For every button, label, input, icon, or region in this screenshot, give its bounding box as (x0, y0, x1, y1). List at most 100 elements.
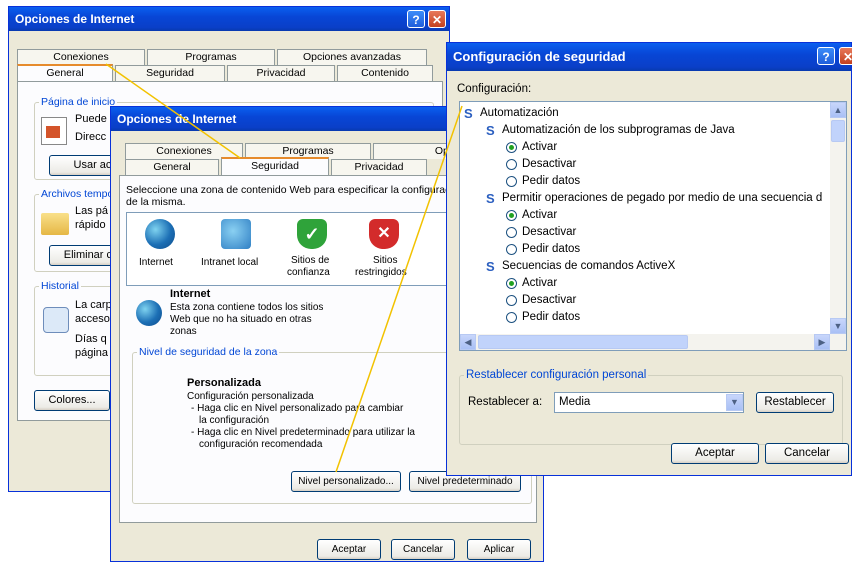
scroll-right-icon[interactable]: ▶ (814, 334, 830, 350)
tab-opciones-avanzadas[interactable]: Opciones avanzadas (277, 49, 427, 65)
history-desc-1: La carp (75, 299, 112, 311)
reset-button[interactable]: Restablecer (756, 392, 834, 413)
radio-button[interactable] (506, 244, 517, 255)
level-line-3: la configuración (199, 415, 270, 426)
apply-button[interactable]: Aplicar (467, 539, 531, 560)
settings-tree[interactable]: S Automatización S Automatización de los su… (459, 101, 847, 351)
tab-seguridad[interactable]: Seguridad (221, 157, 329, 175)
cancel-button[interactable]: Cancelar (391, 539, 455, 560)
zone-intranet[interactable]: Intranet local (201, 217, 271, 277)
radio-button[interactable] (506, 210, 517, 221)
tree-option[interactable]: Desactivar (460, 225, 830, 241)
zone-desc-3: zonas (170, 326, 197, 337)
vertical-scrollbar[interactable]: ▲ ▼ (830, 102, 846, 334)
tree-option[interactable]: Pedir datos (460, 174, 830, 190)
tab-contenido[interactable]: Contenido (337, 65, 433, 81)
ok-button[interactable]: Aceptar (317, 539, 381, 560)
globe-icon (145, 219, 175, 249)
zone-internet[interactable]: Internet (133, 217, 187, 277)
scroll-up-icon[interactable]: ▲ (830, 102, 846, 118)
radio-button[interactable] (506, 159, 517, 170)
tab-programas[interactable]: Programas (147, 49, 275, 65)
tab-conexiones[interactable]: Conexiones (17, 49, 145, 65)
zone-list: Internet Intranet local ✓ Sitios de conf… (126, 212, 448, 286)
tree-root: S Automatización (460, 106, 830, 122)
tree-item-label: Activar (522, 277, 558, 289)
tab-general[interactable]: General (125, 159, 219, 175)
radio-button[interactable] (506, 176, 517, 187)
close-icon[interactable]: ✕ (428, 10, 446, 28)
level-line-4: - Haga clic en Nivel predeterminado para… (191, 427, 415, 438)
restricted-x-icon: ✕ (369, 219, 399, 249)
title-bar: Opciones de Internet ? ✕ (9, 7, 449, 31)
folder-icon (41, 213, 69, 235)
colors-button[interactable]: Colores... (34, 390, 110, 411)
tree-option[interactable]: Pedir datos (460, 310, 830, 326)
temp-desc-1: Las pá (75, 205, 109, 217)
tree-option[interactable]: Activar (460, 140, 830, 156)
title-bar: Configuración de seguridad ? ✕ (447, 43, 852, 71)
home-page-icon (41, 117, 67, 145)
config-label: Configuración: (457, 83, 532, 95)
tree-item-label: Desactivar (522, 226, 577, 238)
zone-label: restringidos (355, 267, 407, 278)
radio-button[interactable] (506, 142, 517, 153)
zone-label: Internet (139, 257, 173, 268)
zone-title: Internet (170, 288, 211, 300)
window-title: Opciones de Internet (15, 12, 135, 26)
script-icon: S (486, 191, 495, 206)
trusted-check-icon: ✓ (297, 219, 327, 249)
help-icon[interactable]: ? (407, 10, 425, 28)
cancel-button[interactable]: Cancelar (765, 443, 849, 464)
tree-section: S Automatización de los subprogramas de J… (460, 123, 830, 139)
zone-intro-1: Seleccione una zona de contenido Web par… (126, 184, 459, 196)
zone-label: confianza (287, 267, 330, 278)
level-name: Personalizada (187, 377, 261, 389)
radio-button[interactable] (506, 295, 517, 306)
radio-button[interactable] (506, 312, 517, 323)
tree-option[interactable]: Activar (460, 208, 830, 224)
tree-option[interactable]: Pedir datos (460, 242, 830, 258)
tree-item-label: Automatización (480, 107, 559, 119)
scroll-left-icon[interactable]: ◀ (460, 334, 476, 350)
reset-select[interactable]: Media ▼ (554, 392, 744, 413)
tree-section: S Permitir operaciones de pegado por medi… (460, 191, 830, 207)
window-title: Configuración de seguridad (453, 49, 626, 64)
scroll-down-icon[interactable]: ▼ (830, 318, 846, 334)
chevron-down-icon[interactable]: ▼ (726, 394, 743, 411)
tree-option[interactable]: Activar (460, 276, 830, 292)
tab-privacidad[interactable]: Privacidad (331, 159, 427, 175)
help-icon[interactable]: ? (817, 47, 835, 65)
ok-button[interactable]: Aceptar (671, 443, 759, 464)
scroll-thumb-h[interactable] (478, 335, 688, 349)
tab-general[interactable]: General (17, 64, 113, 82)
group-title: Historial (39, 280, 81, 292)
radio-button[interactable] (506, 278, 517, 289)
tab-seguridad[interactable]: Seguridad (115, 65, 225, 81)
tree-option[interactable]: Desactivar (460, 293, 830, 309)
level-line-2: - Haga clic en Nivel personalizado para … (191, 403, 404, 414)
zone-restricted[interactable]: ✕ Sitios restringidos (351, 217, 417, 281)
window-title: Opciones de Internet (117, 112, 237, 126)
tab-privacidad[interactable]: Privacidad (227, 65, 335, 81)
security-settings-window: Configuración de seguridad ? ✕ Configura… (446, 42, 852, 476)
horizontal-scrollbar[interactable]: ◀ ▶ (460, 334, 846, 350)
zone-trusted[interactable]: ✓ Sitios de confianza (281, 217, 343, 281)
level-line-5: configuración recomendada (199, 439, 323, 450)
zone-label: Sitios (373, 255, 398, 266)
tree-item-label: Desactivar (522, 294, 577, 306)
tree-item-label: Activar (522, 209, 558, 221)
zone-intro-2: de la misma. (126, 196, 186, 208)
tree-item-label: Pedir datos (522, 311, 581, 323)
tree-option[interactable]: Desactivar (460, 157, 830, 173)
scroll-thumb[interactable] (831, 120, 845, 142)
home-desc-2: Direcc (75, 131, 107, 143)
radio-button[interactable] (506, 227, 517, 238)
script-icon: S (464, 106, 473, 121)
close-icon[interactable]: ✕ (839, 47, 852, 65)
intranet-icon (221, 219, 251, 249)
tree-item-label: Automatización de los subprogramas de Ja… (502, 124, 735, 136)
level-line-1: Configuración personalizada (187, 391, 314, 402)
tree-section: S Secuencias de comandos ActiveX (460, 259, 830, 275)
custom-level-button[interactable]: Nivel personalizado... (291, 471, 401, 492)
